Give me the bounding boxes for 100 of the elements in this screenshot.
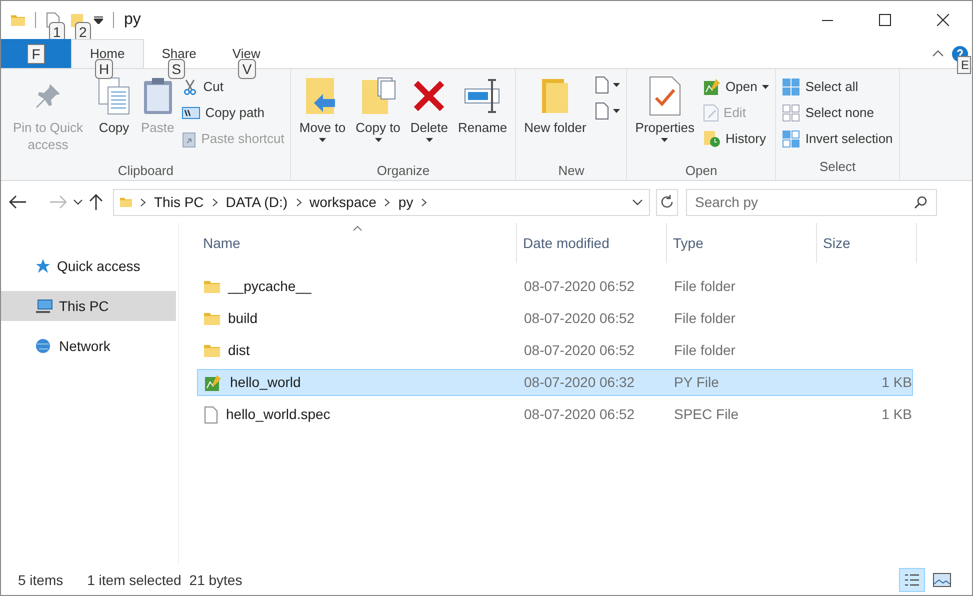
ribbon-button[interactable]: New folder <box>520 69 590 161</box>
shortcut-icon <box>182 130 196 148</box>
table-cell-text: File folder <box>673 341 736 360</box>
scissors-icon <box>182 78 198 94</box>
folder-icon <box>204 312 220 325</box>
ribbon-button[interactable]: Select none <box>780 101 895 124</box>
chart-file-icon <box>204 374 222 392</box>
keytip: H <box>95 59 114 79</box>
document-icon <box>594 76 610 94</box>
document-icon <box>594 102 610 120</box>
star-icon <box>35 258 51 274</box>
table-cell-text: 08-07-2020 06:52 <box>523 277 636 296</box>
customize-dropdown-icon[interactable] <box>94 16 103 24</box>
file-row[interactable]: dist 08-07-2020 06:52 File folder <box>197 337 913 364</box>
grid-icon <box>782 78 800 96</box>
table-cell: 1 KB <box>882 406 912 422</box>
folder-icon <box>204 280 220 293</box>
details-view-button[interactable] <box>899 568 925 592</box>
table-cell: 1 KB <box>882 374 912 390</box>
ribbon-button[interactable]: Delete <box>406 69 452 161</box>
search-field[interactable]: Search py <box>686 188 937 216</box>
new-folder-icon <box>540 77 570 115</box>
sidebar-item[interactable]: This PC <box>1 291 176 321</box>
file-name: __pycache__ <box>228 277 312 296</box>
file-row[interactable]: __pycache__ 08-07-2020 06:52 File folder <box>197 273 913 300</box>
table-cell-text: 08-07-2020 06:52 <box>523 309 636 328</box>
maximize-icon <box>879 14 891 26</box>
status-text: 1 item selected <box>87 570 182 590</box>
computer-icon <box>35 299 53 313</box>
group-label: Open <box>684 162 718 180</box>
breadcrumb[interactable]: py <box>398 192 414 212</box>
chevron-icon <box>421 198 428 206</box>
file-row[interactable]: hello_world.spec 08-07-2020 06:52 SPEC File 1 KB <box>197 401 913 428</box>
column-header[interactable]: Size <box>817 223 917 263</box>
breadcrumb[interactable]: workspace <box>310 192 376 212</box>
keytip: E <box>957 56 971 74</box>
path-icon <box>182 106 200 118</box>
copy-folder-icon <box>360 76 396 116</box>
keytip: V <box>238 59 256 79</box>
list-icon <box>904 573 920 587</box>
sidebar-item[interactable]: Quick access <box>1 251 176 281</box>
table-cell-text: 08-07-2020 06:52 <box>523 341 636 360</box>
group-label: Organize <box>376 162 431 180</box>
file-row[interactable]: hello_world 08-07-2020 06:32 PY File 1 KB <box>197 369 913 396</box>
group-label: Clipboard <box>116 162 174 180</box>
ribbon-button[interactable]: Select all <box>780 75 895 98</box>
table-cell-text: File folder <box>673 277 736 296</box>
properties-icon <box>648 76 681 116</box>
sidebar-item[interactable]: Network <box>1 331 176 361</box>
column-header[interactable]: Name <box>197 223 517 263</box>
refresh-button[interactable] <box>656 188 678 216</box>
group-label: New <box>557 162 586 180</box>
breadcrumb[interactable]: This PC <box>154 192 204 212</box>
close-icon <box>937 14 949 26</box>
edit-icon <box>702 104 719 122</box>
folder-icon <box>204 344 220 357</box>
globe-icon <box>35 338 53 354</box>
folder-icon <box>11 12 25 28</box>
chevron-icon <box>384 198 390 206</box>
table-cell-text: File folder <box>673 309 736 328</box>
document-icon <box>204 406 218 424</box>
back-icon[interactable] <box>9 195 27 209</box>
rename-icon <box>464 78 502 114</box>
column-header[interactable]: Date modified <box>517 223 667 263</box>
chevron-icon <box>140 198 146 206</box>
ribbon-button[interactable]: Copy to <box>352 69 404 161</box>
breadcrumb[interactable]: DATA (D:) <box>226 192 288 212</box>
up-icon[interactable] <box>89 193 103 211</box>
table-cell-text: SPEC File <box>673 405 740 424</box>
column-header[interactable]: Type <box>667 223 817 263</box>
window-title: py <box>124 10 141 30</box>
ribbon-button[interactable]: Invert selection <box>780 127 895 150</box>
image-icon <box>933 573 951 587</box>
grid-icon <box>782 104 800 122</box>
group-label: Select <box>818 158 857 176</box>
table-cell-text: 08-07-2020 06:32 <box>523 373 636 392</box>
table-cell-text: PY File <box>673 373 720 392</box>
search-icon <box>914 196 927 208</box>
history-icon <box>702 130 721 148</box>
ribbon-button[interactable]: Properties <box>631 69 699 161</box>
table-cell-text: 08-07-2020 06:52 <box>523 405 636 424</box>
file-name: build <box>228 309 258 328</box>
file-row[interactable]: build 08-07-2020 06:52 File folder <box>197 305 913 332</box>
file-name: dist <box>228 341 250 360</box>
file-tab[interactable]: F <box>1 39 71 68</box>
collapse-ribbon-icon[interactable] <box>932 50 944 57</box>
recent-dropdown-icon[interactable] <box>73 199 83 205</box>
chevron-icon <box>212 198 218 206</box>
delete-icon <box>412 79 446 113</box>
ribbon-button[interactable]: Copy path <box>180 101 286 124</box>
status-text: 21 bytes <box>189 570 242 590</box>
ribbon-button[interactable]: Open <box>700 75 772 98</box>
grid-icon <box>782 130 800 148</box>
refresh-icon <box>660 195 674 209</box>
ribbon-button[interactable]: Rename <box>454 69 512 161</box>
address-bar[interactable]: This PC DATA (D:) workspace py <box>113 188 650 216</box>
dropdown-icon[interactable] <box>632 198 643 206</box>
ribbon-button[interactable]: Move to <box>295 69 350 161</box>
ribbon-button[interactable]: History <box>700 127 772 150</box>
status-text: 5 items <box>18 570 64 590</box>
